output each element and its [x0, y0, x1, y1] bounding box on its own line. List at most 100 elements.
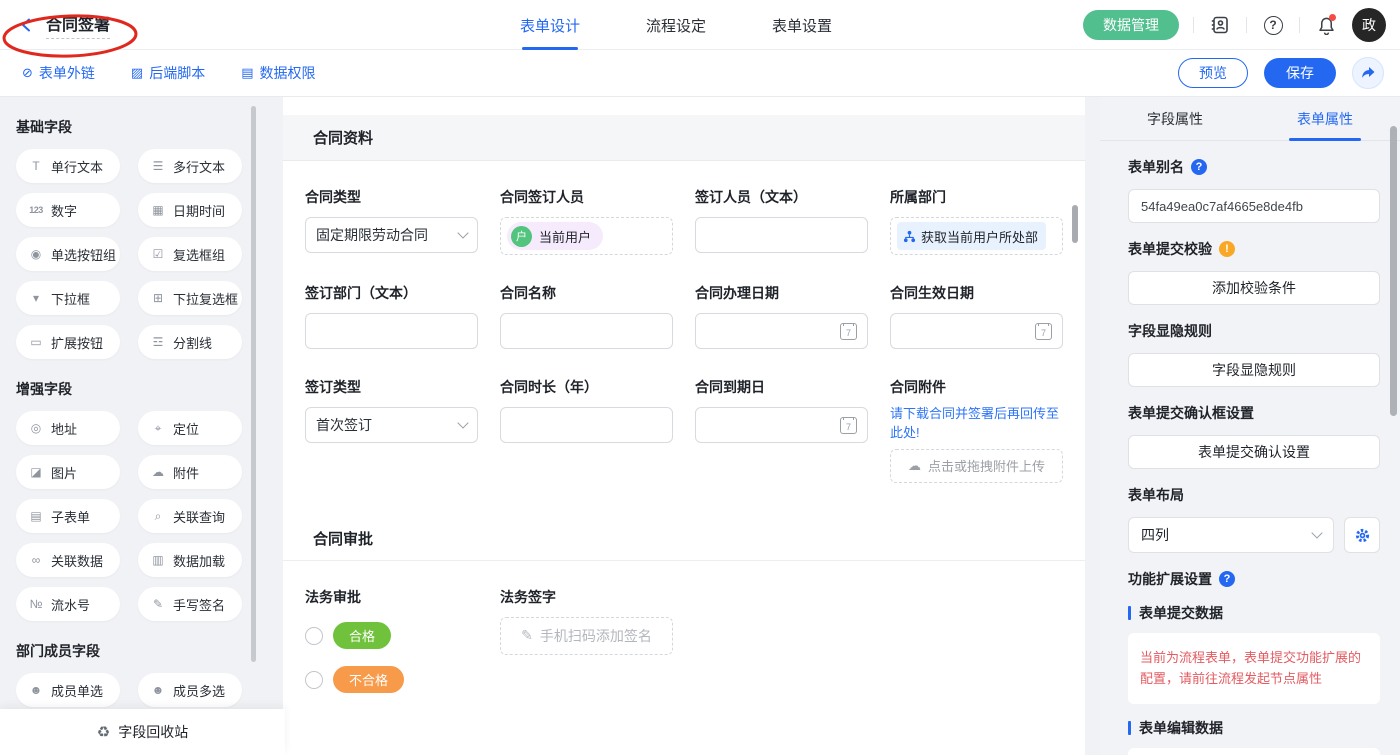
- field-sign-type[interactable]: 签订类型 首次签订: [305, 377, 478, 483]
- current-user-tag: 户 当前用户: [507, 222, 603, 250]
- user-avatar[interactable]: 政: [1352, 8, 1386, 42]
- field-duration[interactable]: 合同时长（年）: [500, 377, 673, 483]
- data-manage-button[interactable]: 数据管理: [1083, 10, 1179, 40]
- canvas-scrollbar[interactable]: [1072, 205, 1078, 243]
- permission-icon: ▤: [241, 65, 253, 81]
- field-sign-dept-text[interactable]: 签订部门（文本）: [305, 283, 478, 349]
- layout-settings-button[interactable]: [1344, 517, 1380, 553]
- field-type-address[interactable]: ◎地址: [16, 411, 120, 445]
- enhanced-fields-list: ◎地址 ⌖定位 ◪图片 ☁附件 ▤子表单 ⌕关联查询 ∞关联数据 ▥数据加载 №…: [16, 411, 246, 621]
- field-type-linked-data[interactable]: ∞关联数据: [16, 543, 120, 577]
- backend-script-link[interactable]: ▨ 后端脚本: [131, 63, 205, 83]
- field-type-data-load[interactable]: ▥数据加载: [138, 543, 242, 577]
- preview-button[interactable]: 预览: [1178, 58, 1248, 88]
- help-question-icon[interactable]: ?: [1219, 571, 1235, 587]
- field-type-image[interactable]: ◪图片: [16, 455, 120, 489]
- back-icon[interactable]: [18, 16, 36, 34]
- field-department[interactable]: 所属部门 获取当前用户所处部: [890, 187, 1063, 255]
- field-expire-date[interactable]: 合同到期日: [695, 377, 868, 483]
- extension-settings-label: 功能扩展设置 ?: [1128, 569, 1380, 589]
- field-type-linked-query[interactable]: ⌕关联查询: [138, 499, 242, 533]
- calendar-icon: [1035, 323, 1052, 340]
- share-button[interactable]: [1352, 57, 1384, 89]
- field-handle-date[interactable]: 合同办理日期: [695, 283, 868, 349]
- tab-form-design[interactable]: 表单设计: [520, 0, 580, 50]
- field-attachment[interactable]: 合同附件 请下载合同并签署后再回传至此处! ☁ 点击或拖拽附件上传: [890, 377, 1063, 483]
- expire-date-input[interactable]: [695, 407, 868, 443]
- field-type-multi-line-text[interactable]: ☰多行文本: [138, 149, 242, 183]
- field-type-radio-group[interactable]: ◉单选按钮组: [16, 237, 120, 271]
- signature-placeholder[interactable]: ✎ 手机扫码添加签名: [500, 617, 673, 655]
- signer-text-input[interactable]: [695, 217, 868, 253]
- field-type-single-line-text[interactable]: T单行文本: [16, 149, 120, 183]
- notification-bell-icon[interactable]: [1314, 13, 1338, 37]
- contract-name-input[interactable]: [500, 313, 673, 349]
- option-fail-tag[interactable]: 不合格: [333, 666, 404, 693]
- sign-dept-input[interactable]: [305, 313, 478, 349]
- field-visibility-button[interactable]: 字段显隐规则: [1128, 353, 1380, 387]
- field-type-signature[interactable]: ✎手写签名: [138, 587, 242, 621]
- address-book-icon[interactable]: [1208, 13, 1232, 37]
- field-contract-name[interactable]: 合同名称: [500, 283, 673, 349]
- field-effective-date[interactable]: 合同生效日期: [890, 283, 1063, 349]
- field-type-number[interactable]: 123数字: [16, 193, 120, 227]
- field-type-member-single[interactable]: ☻成员单选: [16, 673, 120, 707]
- save-button[interactable]: 保存: [1264, 58, 1336, 88]
- help-icon[interactable]: ?: [1261, 13, 1285, 37]
- form-canvas: 合同资料 合同类型 固定期限劳动合同 合同签订人员 户 当前用户 签订人员（文本…: [283, 97, 1085, 755]
- field-type-datetime[interactable]: ▦日期时间: [138, 193, 242, 227]
- radio-button[interactable]: [305, 627, 323, 645]
- help-question-icon[interactable]: ?: [1191, 159, 1207, 175]
- field-signer-text[interactable]: 签订人员（文本）: [695, 187, 868, 255]
- field-type-member-multi[interactable]: ☻成员多选: [138, 673, 242, 707]
- field-type-checkbox-group[interactable]: ☑复选框组: [138, 237, 242, 271]
- sidebar-scrollbar[interactable]: [251, 106, 256, 662]
- checkbox-icon: ☑: [150, 247, 166, 261]
- chevron-down-icon: [457, 417, 468, 428]
- calendar-icon: ▦: [150, 203, 166, 217]
- department-picker[interactable]: 获取当前用户所处部: [890, 217, 1063, 255]
- panel-scrollbar[interactable]: [1390, 126, 1397, 416]
- field-contract-signer[interactable]: 合同签订人员 户 当前用户: [500, 187, 673, 255]
- handle-date-input[interactable]: [695, 313, 868, 349]
- form-external-link[interactable]: ⊘ 表单外链: [22, 63, 95, 83]
- top-header: 合同签署 表单设计 流程设定 表单设置 数据管理 ? 政: [0, 0, 1400, 50]
- field-type-divider[interactable]: ☲分割线: [138, 325, 242, 359]
- add-validation-button[interactable]: 添加校验条件: [1128, 271, 1380, 305]
- field-type-attachment[interactable]: ☁附件: [138, 455, 242, 489]
- option-pass-tag[interactable]: 合格: [333, 622, 391, 649]
- field-type-dropdown[interactable]: ▾下拉框: [16, 281, 120, 315]
- tab-form-setting[interactable]: 表单设置: [772, 0, 832, 50]
- field-legal-review[interactable]: 法务审批 合格 不合格: [305, 587, 478, 695]
- field-type-subform[interactable]: ▤子表单: [16, 499, 120, 533]
- tab-flow-setting[interactable]: 流程设定: [646, 0, 706, 50]
- tab-form-properties[interactable]: 表单属性: [1250, 97, 1400, 140]
- field-recycle-bin[interactable]: ♻ 字段回收站: [0, 709, 285, 755]
- duration-input[interactable]: [500, 407, 673, 443]
- field-type-serial-number[interactable]: №流水号: [16, 587, 120, 621]
- tab-field-properties[interactable]: 字段属性: [1100, 97, 1250, 140]
- warning-exclamation-icon[interactable]: !: [1219, 241, 1235, 257]
- submit-confirm-button[interactable]: 表单提交确认设置: [1128, 435, 1380, 469]
- attachment-upload-button[interactable]: ☁ 点击或拖拽附件上传: [890, 449, 1063, 483]
- contract-type-select[interactable]: 固定期限劳动合同: [305, 217, 478, 253]
- field-visibility-label: 字段显隐规则: [1128, 321, 1380, 341]
- field-type-extend-button[interactable]: ▭扩展按钮: [16, 325, 120, 359]
- script-icon: ▨: [131, 65, 143, 81]
- field-type-location[interactable]: ⌖定位: [138, 411, 242, 445]
- member-picker[interactable]: 户 当前用户: [500, 217, 673, 255]
- sign-type-select[interactable]: 首次签订: [305, 407, 478, 443]
- data-permission-link[interactable]: ▤ 数据权限: [241, 63, 315, 83]
- page-title[interactable]: 合同签署: [46, 11, 110, 39]
- notification-dot: [1329, 14, 1336, 21]
- section-header-contract-info[interactable]: 合同资料: [283, 115, 1085, 161]
- field-legal-signature[interactable]: 法务签字 ✎ 手机扫码添加签名: [500, 587, 673, 695]
- effective-date-input[interactable]: [890, 313, 1063, 349]
- form-alias-input[interactable]: [1128, 189, 1380, 223]
- field-type-multi-dropdown[interactable]: ⊞下拉复选框: [138, 281, 242, 315]
- layout-select[interactable]: 四列: [1128, 517, 1334, 553]
- radio-button[interactable]: [305, 671, 323, 689]
- section-header-contract-approval[interactable]: 合同审批: [283, 517, 1085, 561]
- divider: [1246, 17, 1247, 33]
- field-contract-type[interactable]: 合同类型 固定期限劳动合同: [305, 187, 478, 255]
